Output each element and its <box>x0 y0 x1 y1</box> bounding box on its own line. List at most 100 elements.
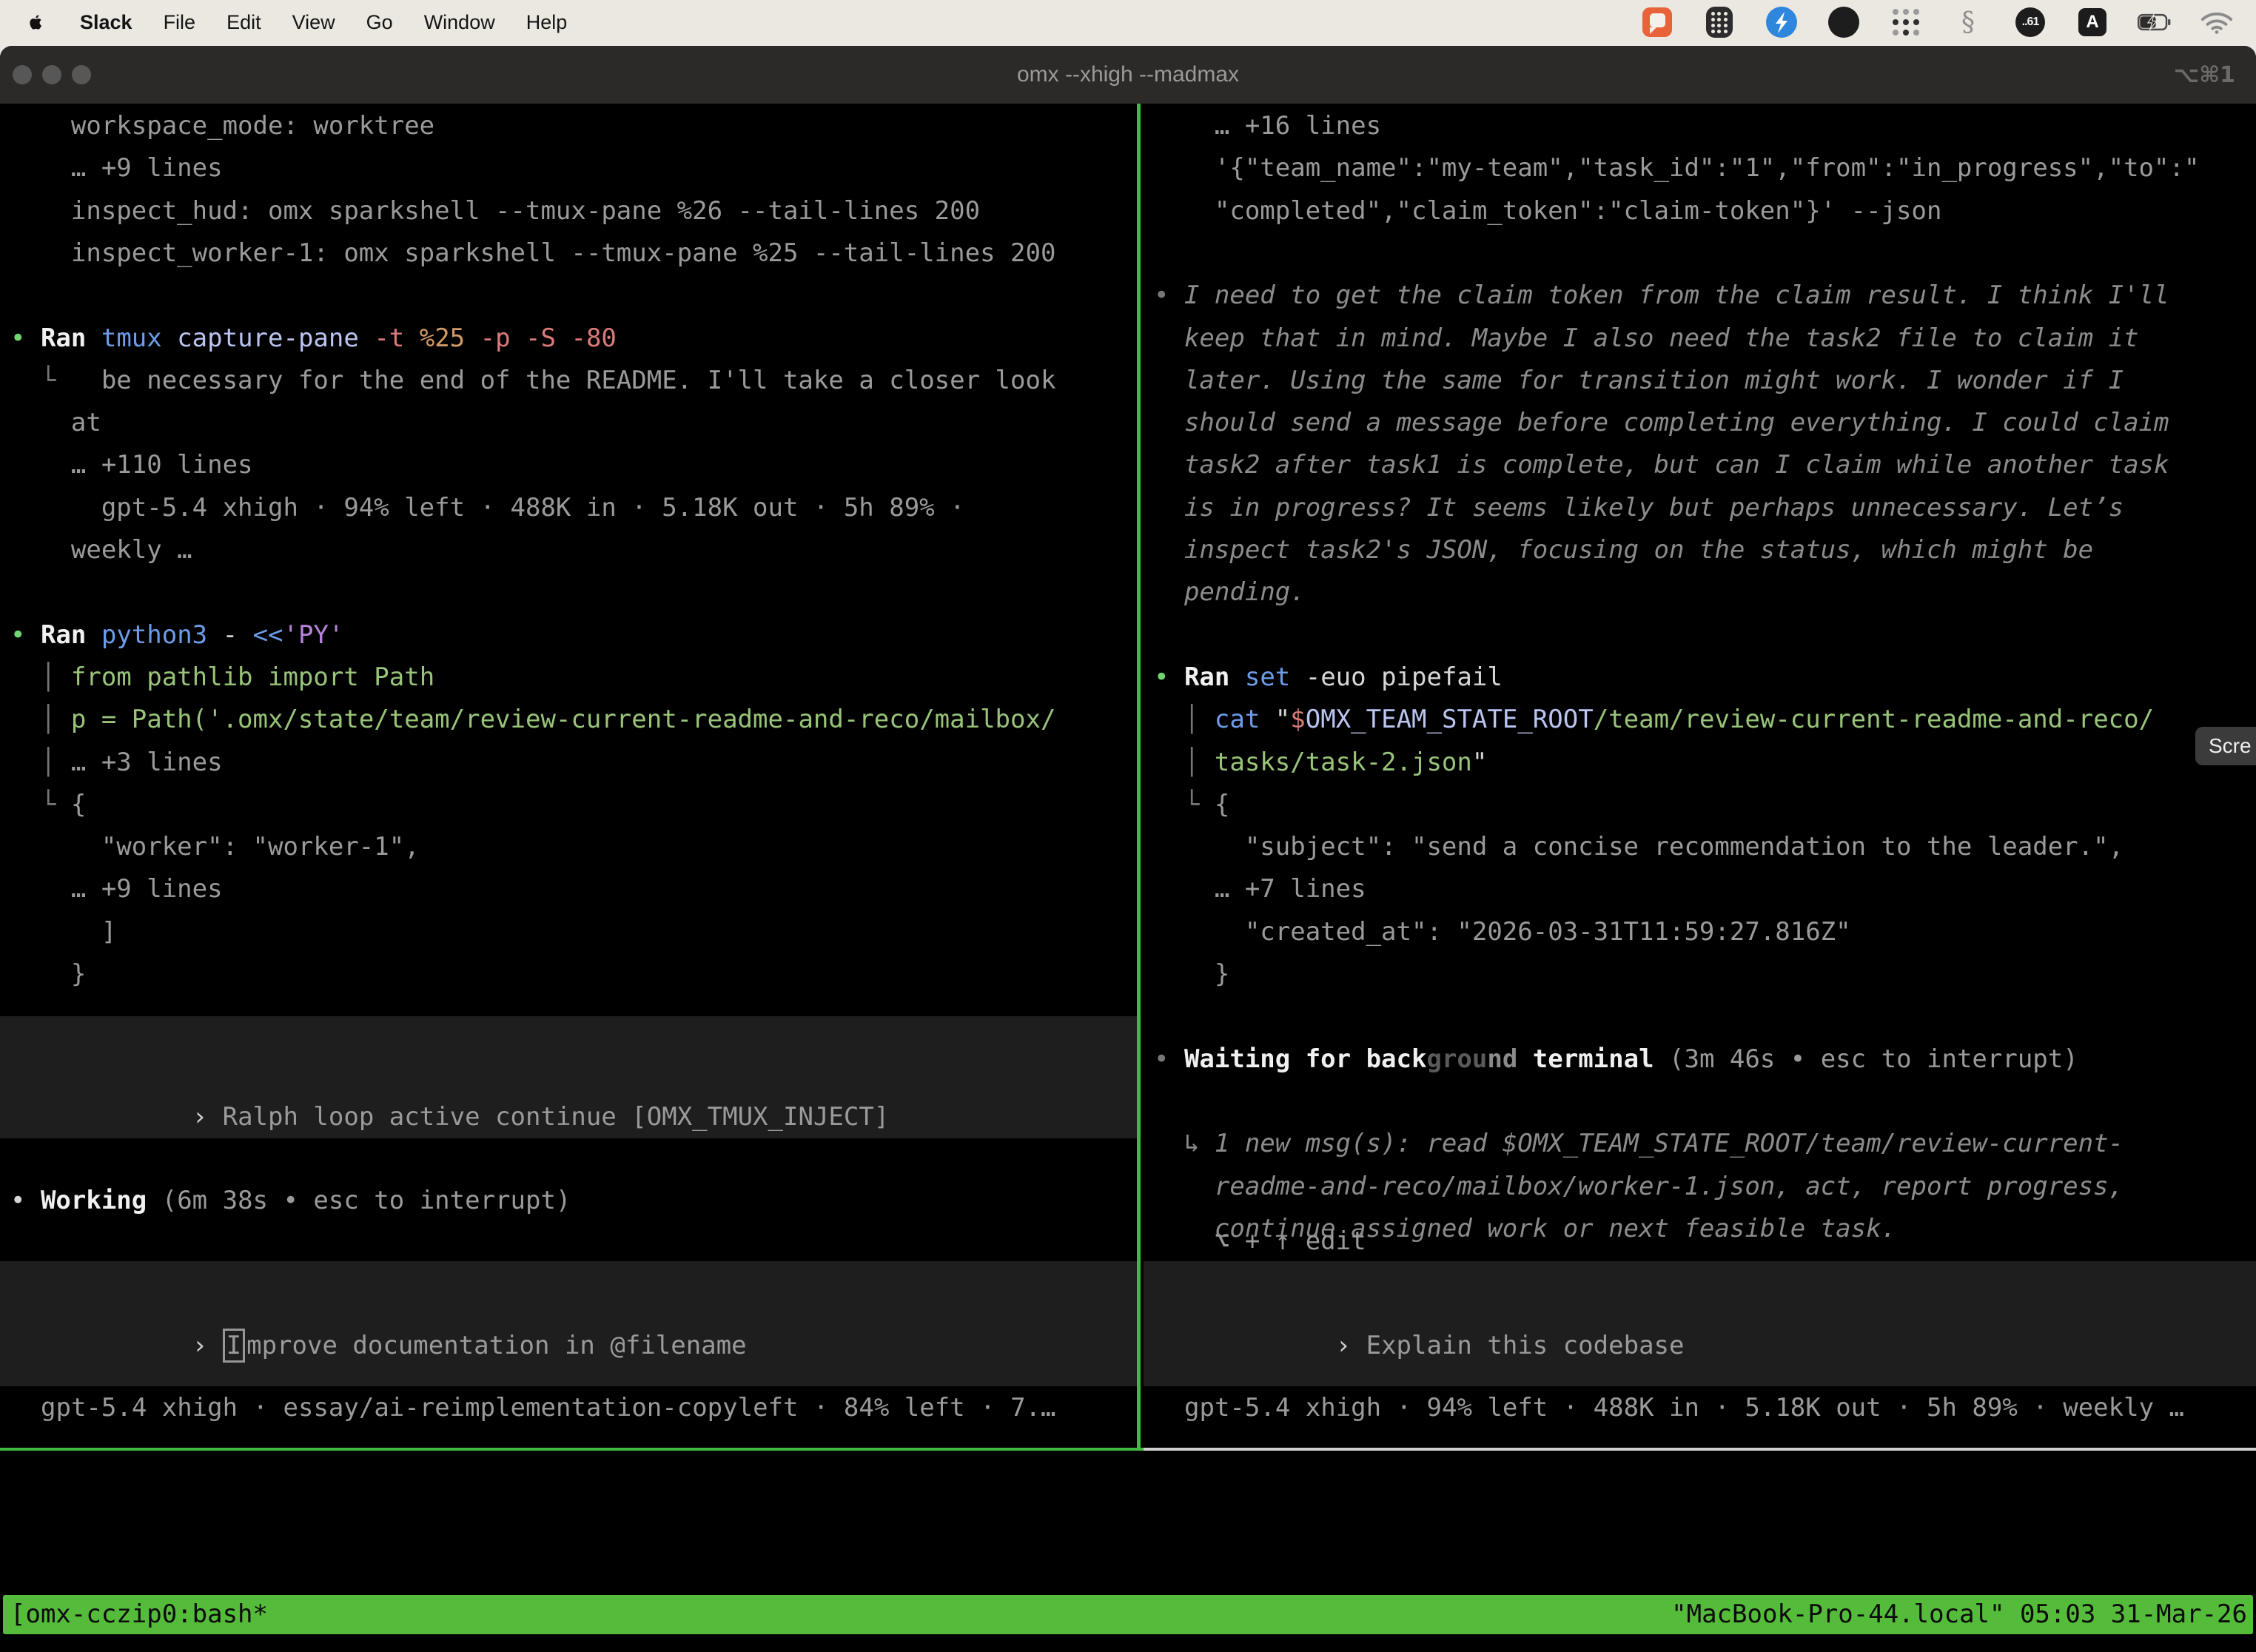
text-segment: cat <box>1215 705 1275 734</box>
text-segment: OMX_TEAM_STATE_ROOT <box>1306 705 1594 734</box>
text-segment: p = Path('.omx/state/team/review-current… <box>71 705 1056 734</box>
text-segment: terminal <box>1517 1044 1654 1074</box>
screenshot-tooltip: Scre <box>2195 727 2256 765</box>
grid-shield-icon[interactable] <box>1702 5 1736 39</box>
terminal-line: keep that in mind. Maybe I also need the… <box>1144 318 2256 360</box>
tmux-pane-right[interactable]: › Explain this codebase gpt-5.4 xhigh · … <box>1144 104 2256 1448</box>
right-prompt-input[interactable]: › Explain this codebase <box>1144 1261 2256 1386</box>
text-segment: │ <box>10 748 71 777</box>
text-segment: /team/review-current-readme-and-reco/ <box>1594 705 2154 734</box>
menu-item-app[interactable]: Slack <box>80 11 132 34</box>
text-segment: Ran <box>41 620 101 650</box>
text-segment: tasks/task-2.json <box>1215 748 1472 777</box>
count-badge-icon[interactable]: ..61 <box>2013 5 2047 39</box>
terminal-line: • Ran tmux capture-pane -t %25 -p -S -80 <box>0 318 1138 360</box>
right-input-placeholder: Explain this codebase <box>1366 1331 1685 1360</box>
terminal-line: • I need to get the claim token from the… <box>1144 275 2256 317</box>
text-segment: I need to get the claim token from the c… <box>1184 281 2169 310</box>
text-segment: 'PY' <box>283 620 344 650</box>
menu-item-file[interactable]: File <box>164 11 196 34</box>
terminal-line: at <box>0 402 1138 444</box>
terminal-line: task2 after task1 is complete, but can I… <box>1144 444 2256 486</box>
text-segment: … +3 lines <box>71 748 223 777</box>
text-segment: -p <box>480 323 526 353</box>
terminal-line: } <box>0 953 1138 995</box>
text-segment: • <box>1154 662 1184 692</box>
squiggle-icon[interactable]: § <box>1951 5 1985 39</box>
text-segment: readme-and-reco/mailbox/worker-1.json, a… <box>1154 1172 2124 1201</box>
text-segment: Waiting for back <box>1184 1044 1427 1074</box>
tmux-pane-left[interactable]: › Ralph loop active continue [OMX_TMUX_I… <box>0 104 1138 1448</box>
terminal-line: gpt-5.4 xhigh · 94% left · 488K in · 5.1… <box>0 487 1138 529</box>
text-segment: Ran <box>41 323 101 353</box>
wifi-icon[interactable] <box>2200 5 2234 39</box>
terminal-content: › Ralph loop active continue [OMX_TMUX_I… <box>0 104 2256 1652</box>
text-segment: grou <box>1426 1044 1487 1074</box>
tmux-status-bar: [omx-cczip0:bash* "MacBook-Pro-44.local"… <box>3 1595 2253 1634</box>
terminal-window: omx --xhigh --madmax ⌥⌘1 › Ralph loop ac… <box>0 46 2256 1652</box>
menu-item-window[interactable]: Window <box>424 11 495 34</box>
terminal-line: … +7 lines <box>1144 868 2256 910</box>
input-source-icon[interactable]: A <box>2075 5 2109 39</box>
text-segment: inspect_worker-1: omx sparkshell --tmux-… <box>10 238 1055 268</box>
text-segment: • <box>10 1186 41 1215</box>
menu-item-view[interactable]: View <box>292 11 335 34</box>
text-segment: pending. <box>1154 577 1306 607</box>
crescent-icon[interactable] <box>1827 5 1861 39</box>
pane-border-bottom-left <box>0 1448 1144 1451</box>
terminal-line: later. Using the same for transition mig… <box>1144 360 2256 402</box>
prompt-chevron: › <box>1336 1331 1351 1360</box>
text-segment: ↳ 1 new msg(s): read $OMX_TEAM_STATE_ROO… <box>1154 1129 2124 1158</box>
text-segment: task2 after task1 is complete, but can I… <box>1154 450 2169 480</box>
text-segment: -S <box>526 323 571 353</box>
menu-item-go[interactable]: Go <box>366 11 393 34</box>
terminal-line: ↳ 1 new msg(s): read $OMX_TEAM_STATE_ROO… <box>1144 1123 2256 1165</box>
text-segment: • <box>1154 281 1184 310</box>
ralph-loop-text: Ralph loop active continue [OMX_TMUX_INJ… <box>223 1102 890 1132</box>
prompt-chevron: › <box>192 1331 207 1360</box>
slack-badge-icon[interactable] <box>1640 5 1674 39</box>
battery-icon[interactable] <box>2138 5 2172 39</box>
terminal-line: │ … +3 lines <box>0 742 1138 784</box>
left-prompt-input[interactable]: › Improve documentation in @filename <box>0 1261 1138 1386</box>
ralph-loop-banner[interactable]: › Ralph loop active continue [OMX_TMUX_I… <box>0 1016 1138 1138</box>
text-segment: ] <box>10 917 116 947</box>
text-segment: (6m 38s • esc to interrupt) <box>162 1186 571 1215</box>
text-segment: • <box>1154 1044 1184 1074</box>
text-segment: … +110 lines <box>10 450 253 480</box>
text-segment: at <box>10 408 101 437</box>
text-segment: … +9 lines <box>10 874 223 904</box>
text-segment: │ <box>10 662 71 692</box>
terminal-line: │ p = Path('.omx/state/team/review-curre… <box>0 699 1138 741</box>
terminal-line: inspect_worker-1: omx sparkshell --tmux-… <box>0 232 1138 275</box>
terminal-line: └ be necessary for the end of the README… <box>0 360 1138 402</box>
text-segment: be necessary for the end of the README. … <box>101 366 1056 395</box>
text-segment: ⌥ + ↑ edit <box>1154 1226 1366 1256</box>
menu-item-help[interactable]: Help <box>526 11 568 34</box>
dots-grid-icon[interactable] <box>1889 5 1923 39</box>
text-segment: python3 <box>101 620 223 650</box>
text-segment: │ <box>1154 705 1215 734</box>
terminal-line: readme-and-reco/mailbox/worker-1.json, a… <box>1144 1166 2256 1208</box>
window-shortcut-badge: ⌥⌘1 <box>2174 46 2235 104</box>
text-segment: { <box>1215 790 1229 819</box>
terminal-line: "worker": "worker-1", <box>0 826 1138 868</box>
terminal-line: │ tasks/task-2.json" <box>1144 742 2256 784</box>
text-segment: " <box>1275 705 1290 734</box>
terminal-line: "subject": "send a concise recommendatio… <box>1144 826 2256 868</box>
text-segment: "worker": "worker-1", <box>10 832 420 862</box>
text-segment: • <box>10 620 41 650</box>
text-segment: } <box>10 959 86 989</box>
pane-divider-vertical[interactable] <box>1137 104 1141 1451</box>
menu-left: Slack File Edit View Go Window Help <box>0 10 567 35</box>
screen: Slack File Edit View Go Window Help § ..61 A <box>0 0 2256 1652</box>
text-segment: -80 <box>571 323 616 353</box>
text-segment: Ran <box>1184 662 1245 692</box>
menu-item-edit[interactable]: Edit <box>226 11 261 34</box>
terminal-line: is in progress? It seems likely but perh… <box>1144 487 2256 529</box>
blue-bolt-icon[interactable] <box>1765 5 1799 39</box>
pane-border-bottom-right <box>1144 1448 2256 1451</box>
window-titlebar[interactable]: omx --xhigh --madmax ⌥⌘1 <box>0 46 2256 104</box>
apple-menu-icon[interactable] <box>27 10 49 35</box>
text-segment: └ <box>10 366 101 395</box>
